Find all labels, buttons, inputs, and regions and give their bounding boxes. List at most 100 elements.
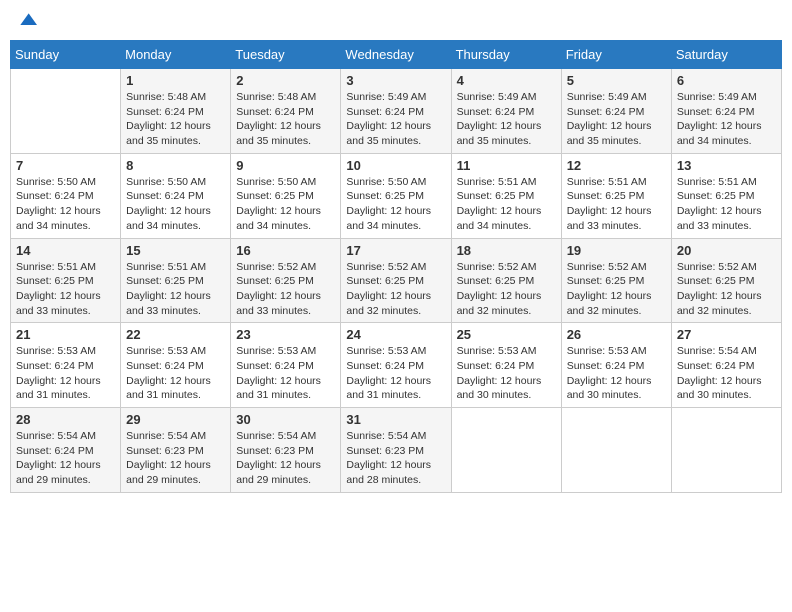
day-info: Sunrise: 5:49 AMSunset: 6:24 PMDaylight:… <box>567 90 666 149</box>
logo <box>15 10 37 30</box>
weekday-header-tuesday: Tuesday <box>231 41 341 69</box>
daylight-text: Daylight: 12 hours and 29 minutes. <box>126 458 225 487</box>
daylight-text: Daylight: 12 hours and 32 minutes. <box>567 289 666 318</box>
sunset-text: Sunset: 6:25 PM <box>677 189 776 204</box>
day-info: Sunrise: 5:54 AMSunset: 6:24 PMDaylight:… <box>16 429 115 488</box>
calendar-cell <box>451 408 561 493</box>
calendar-week-row: 1Sunrise: 5:48 AMSunset: 6:24 PMDaylight… <box>11 69 782 154</box>
sunset-text: Sunset: 6:24 PM <box>346 105 445 120</box>
sunset-text: Sunset: 6:24 PM <box>126 359 225 374</box>
sunrise-text: Sunrise: 5:51 AM <box>126 260 225 275</box>
day-number: 26 <box>567 327 666 342</box>
calendar-cell: 26 Sunrise: 5:53 AMSunset: 6:24 PMDayligh… <box>561 323 671 408</box>
day-number: 16 <box>236 243 335 258</box>
calendar-cell: 1Sunrise: 5:48 AMSunset: 6:24 PMDaylight… <box>121 69 231 154</box>
daylight-text: Daylight: 12 hours and 28 minutes. <box>346 458 445 487</box>
daylight-text: Daylight: 12 hours and 30 minutes. <box>567 374 666 403</box>
daylight-text: Daylight: 12 hours and 29 minutes. <box>16 458 115 487</box>
sunset-text: Sunset: 6:24 PM <box>567 359 666 374</box>
weekday-header-row: SundayMondayTuesdayWednesdayThursdayFrid… <box>11 41 782 69</box>
day-info: Sunrise: 5:52 AMSunset: 6:25 PMDaylight:… <box>567 260 666 319</box>
day-number: 11 <box>457 158 556 173</box>
weekday-header-wednesday: Wednesday <box>341 41 451 69</box>
weekday-header-thursday: Thursday <box>451 41 561 69</box>
daylight-text: Daylight: 12 hours and 33 minutes. <box>236 289 335 318</box>
day-info: Sunrise: 5:51 AMSunset: 6:25 PMDaylight:… <box>16 260 115 319</box>
calendar-week-row: 28 Sunrise: 5:54 AMSunset: 6:24 PMDayligh… <box>11 408 782 493</box>
sunset-text: Sunset: 6:25 PM <box>567 274 666 289</box>
day-info: Sunrise: 5:50 AMSunset: 6:24 PMDaylight:… <box>126 175 225 234</box>
calendar-cell: 27Sunrise: 5:54 AMSunset: 6:24 PMDayligh… <box>671 323 781 408</box>
sunrise-text: Sunrise: 5:53 AM <box>457 344 556 359</box>
day-number: 12 <box>567 158 666 173</box>
daylight-text: Daylight: 12 hours and 33 minutes. <box>16 289 115 318</box>
day-number: 4 <box>457 73 556 88</box>
day-number: 2 <box>236 73 335 88</box>
daylight-text: Daylight: 12 hours and 34 minutes. <box>457 204 556 233</box>
daylight-text: Daylight: 12 hours and 34 minutes. <box>16 204 115 233</box>
calendar-cell: 22Sunrise: 5:53 AMSunset: 6:24 PMDayligh… <box>121 323 231 408</box>
day-info: Sunrise: 5:51 AMSunset: 6:25 PMDaylight:… <box>677 175 776 234</box>
day-info: Sunrise: 5:54 AMSunset: 6:23 PMDaylight:… <box>236 429 335 488</box>
sunrise-text: Sunrise: 5:50 AM <box>126 175 225 190</box>
day-info: Sunrise: 5:51 AMSunset: 6:25 PMDaylight:… <box>567 175 666 234</box>
sunrise-text: Sunrise: 5:53 AM <box>236 344 335 359</box>
sunrise-text: Sunrise: 5:54 AM <box>677 344 776 359</box>
day-number: 28 <box>16 412 115 427</box>
sunrise-text: Sunrise: 5:52 AM <box>677 260 776 275</box>
sunset-text: Sunset: 6:24 PM <box>346 359 445 374</box>
daylight-text: Daylight: 12 hours and 30 minutes. <box>457 374 556 403</box>
calendar-cell: 6Sunrise: 5:49 AMSunset: 6:24 PMDaylight… <box>671 69 781 154</box>
day-info: Sunrise: 5:54 AMSunset: 6:24 PMDaylight:… <box>677 344 776 403</box>
weekday-header-friday: Friday <box>561 41 671 69</box>
day-info: Sunrise: 5:52 AMSunset: 6:25 PMDaylight:… <box>457 260 556 319</box>
day-number: 3 <box>346 73 445 88</box>
sunrise-text: Sunrise: 5:52 AM <box>567 260 666 275</box>
sunrise-text: Sunrise: 5:54 AM <box>236 429 335 444</box>
day-info: Sunrise: 5:48 AMSunset: 6:24 PMDaylight:… <box>126 90 225 149</box>
sunrise-text: Sunrise: 5:52 AM <box>457 260 556 275</box>
calendar-cell <box>561 408 671 493</box>
daylight-text: Daylight: 12 hours and 34 minutes. <box>677 119 776 148</box>
sunset-text: Sunset: 6:23 PM <box>126 444 225 459</box>
sunrise-text: Sunrise: 5:53 AM <box>126 344 225 359</box>
calendar-cell: 21Sunrise: 5:53 AMSunset: 6:24 PMDayligh… <box>11 323 121 408</box>
sunrise-text: Sunrise: 5:51 AM <box>677 175 776 190</box>
calendar-cell: 28 Sunrise: 5:54 AMSunset: 6:24 PMDayligh… <box>11 408 121 493</box>
sunset-text: Sunset: 6:24 PM <box>236 105 335 120</box>
weekday-header-sunday: Sunday <box>11 41 121 69</box>
day-number: 18 <box>457 243 556 258</box>
sunset-text: Sunset: 6:25 PM <box>126 274 225 289</box>
sunset-text: Sunset: 6:24 PM <box>457 359 556 374</box>
sunrise-text: Sunrise: 5:54 AM <box>346 429 445 444</box>
day-number: 9 <box>236 158 335 173</box>
calendar-cell: 18 Sunrise: 5:52 AMSunset: 6:25 PMDayligh… <box>451 238 561 323</box>
calendar-cell: 11Sunrise: 5:51 AMSunset: 6:25 PMDayligh… <box>451 153 561 238</box>
daylight-text: Daylight: 12 hours and 35 minutes. <box>346 119 445 148</box>
day-number: 21 <box>16 327 115 342</box>
calendar-table: SundayMondayTuesdayWednesdayThursdayFrid… <box>10 40 782 493</box>
day-info: Sunrise: 5:50 AMSunset: 6:25 PMDaylight:… <box>236 175 335 234</box>
logo-icon <box>17 10 37 30</box>
sunset-text: Sunset: 6:25 PM <box>346 274 445 289</box>
sunrise-text: Sunrise: 5:52 AM <box>236 260 335 275</box>
sunrise-text: Sunrise: 5:54 AM <box>126 429 225 444</box>
calendar-cell: 20Sunrise: 5:52 AMSunset: 6:25 PMDayligh… <box>671 238 781 323</box>
sunset-text: Sunset: 6:25 PM <box>16 274 115 289</box>
day-info: Sunrise: 5:53 AMSunset: 6:24 PMDaylight:… <box>457 344 556 403</box>
weekday-header-monday: Monday <box>121 41 231 69</box>
sunrise-text: Sunrise: 5:48 AM <box>126 90 225 105</box>
sunset-text: Sunset: 6:25 PM <box>346 189 445 204</box>
calendar-cell: 5Sunrise: 5:49 AMSunset: 6:24 PMDaylight… <box>561 69 671 154</box>
calendar-cell: 17Sunrise: 5:52 AMSunset: 6:25 PMDayligh… <box>341 238 451 323</box>
day-info: Sunrise: 5:52 AMSunset: 6:25 PMDaylight:… <box>346 260 445 319</box>
sunset-text: Sunset: 6:25 PM <box>236 274 335 289</box>
sunset-text: Sunset: 6:24 PM <box>16 359 115 374</box>
daylight-text: Daylight: 12 hours and 35 minutes. <box>567 119 666 148</box>
sunrise-text: Sunrise: 5:53 AM <box>16 344 115 359</box>
sunset-text: Sunset: 6:24 PM <box>677 359 776 374</box>
sunset-text: Sunset: 6:24 PM <box>567 105 666 120</box>
calendar-cell: 13Sunrise: 5:51 AMSunset: 6:25 PMDayligh… <box>671 153 781 238</box>
daylight-text: Daylight: 12 hours and 35 minutes. <box>457 119 556 148</box>
sunrise-text: Sunrise: 5:53 AM <box>567 344 666 359</box>
